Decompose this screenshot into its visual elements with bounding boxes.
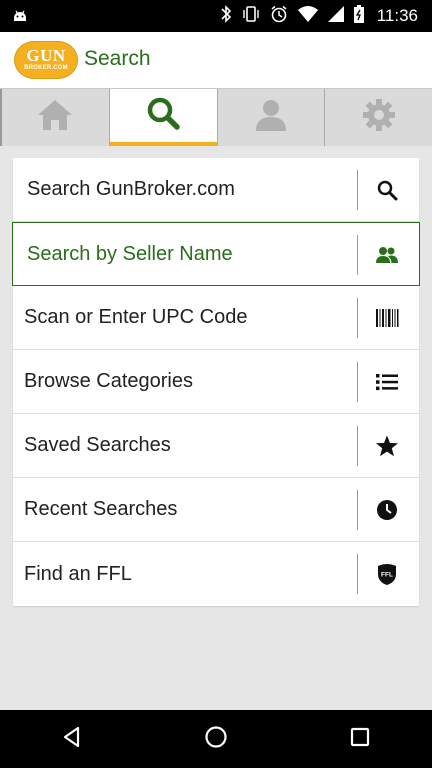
ffl-badge-text: FFL xyxy=(381,572,393,579)
row-label: Recent Searches xyxy=(24,498,178,520)
recents-square-icon xyxy=(349,726,371,753)
search-by-seller-row[interactable]: Search by Seller Name xyxy=(12,222,420,286)
star-icon xyxy=(375,434,399,458)
row-divider xyxy=(357,490,358,530)
row-label: Saved Searches xyxy=(24,434,171,456)
row-divider xyxy=(357,298,358,338)
home-icon xyxy=(36,98,74,137)
home-circle-icon xyxy=(204,725,228,754)
recents-button[interactable] xyxy=(330,710,390,768)
android-icon xyxy=(10,6,30,31)
tab-account[interactable] xyxy=(216,89,325,146)
row-label: Search GunBroker.com xyxy=(27,178,235,200)
search-options-list: Search GunBroker.com Search by Seller Na… xyxy=(12,158,420,606)
row-label: Find an FFL xyxy=(24,562,132,585)
search-icon xyxy=(145,95,181,136)
back-button[interactable] xyxy=(42,710,102,768)
gunbroker-logo[interactable]: GUN BROKER.COM xyxy=(14,41,78,79)
tab-settings[interactable] xyxy=(324,89,432,146)
tab-home[interactable] xyxy=(0,89,109,146)
wifi-icon xyxy=(297,5,319,28)
signal-icon xyxy=(327,5,345,28)
status-time: 11:36 xyxy=(376,6,418,25)
clock-icon xyxy=(375,498,399,522)
sellers-icon xyxy=(375,243,399,267)
row-divider xyxy=(357,362,358,402)
row-divider xyxy=(357,554,358,594)
user-icon xyxy=(253,97,289,138)
scan-upc-row[interactable]: Scan or Enter UPC Code xyxy=(13,286,419,350)
tab-search[interactable] xyxy=(108,89,217,146)
row-divider xyxy=(357,426,358,466)
row-label: Scan or Enter UPC Code xyxy=(24,306,248,328)
row-divider xyxy=(357,170,358,210)
navigation-bar xyxy=(0,710,432,768)
logo-sub-text: BROKER.COM xyxy=(24,65,68,71)
find-ffl-row[interactable]: Find an FFL FFL xyxy=(13,542,419,606)
barcode-icon xyxy=(375,306,399,330)
saved-searches-row[interactable]: Saved Searches xyxy=(13,414,419,478)
recent-searches-row[interactable]: Recent Searches xyxy=(13,478,419,542)
logo-main-text: GUN xyxy=(26,46,66,65)
home-button[interactable] xyxy=(186,710,246,768)
search-gunbroker-row[interactable]: Search GunBroker.com xyxy=(13,158,419,222)
list-icon xyxy=(375,370,399,394)
gear-icon xyxy=(361,97,397,138)
battery-icon xyxy=(353,4,365,29)
row-divider xyxy=(357,235,358,275)
row-label: Browse Categories xyxy=(24,370,193,392)
bluetooth-icon xyxy=(219,4,233,29)
app-bar: GUN BROKER.COM Search xyxy=(0,32,432,88)
vibrate-icon xyxy=(241,4,261,29)
page-title: Search xyxy=(84,47,151,70)
row-label: Search by Seller Name xyxy=(27,242,233,265)
status-bar: 11:36 xyxy=(0,0,432,32)
back-triangle-icon xyxy=(61,726,83,753)
ffl-badge-icon: FFL xyxy=(375,562,399,586)
search-icon xyxy=(375,178,399,202)
alarm-icon xyxy=(269,4,289,29)
browse-categories-row[interactable]: Browse Categories xyxy=(13,350,419,414)
tab-bar xyxy=(0,88,432,146)
